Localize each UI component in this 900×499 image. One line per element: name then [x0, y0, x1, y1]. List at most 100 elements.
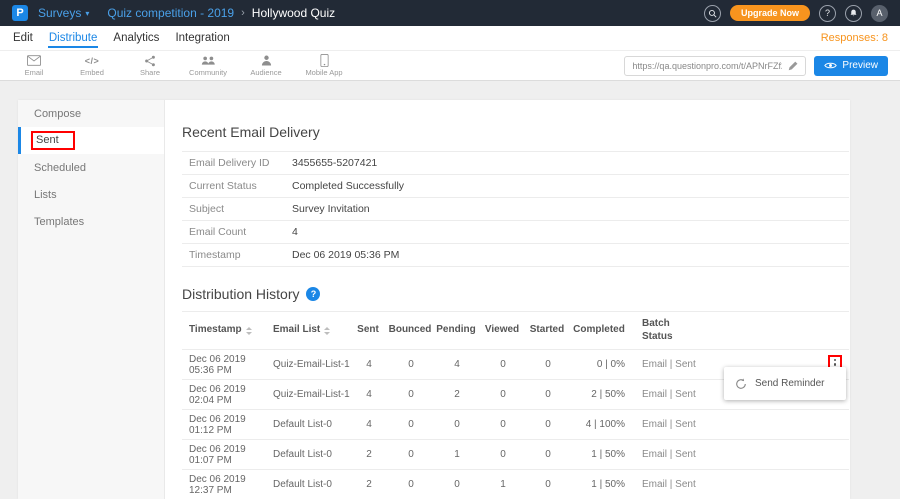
sidebar-item-compose[interactable]: Compose [18, 100, 164, 127]
tab-distribute[interactable]: Distribute [48, 28, 99, 48]
row-context-menu: Send Reminder [724, 367, 846, 400]
cell-batch-status: Email | Sent [630, 449, 720, 460]
community-people-icon [201, 54, 216, 67]
table-row[interactable]: Dec 06 2019 12:37 PM Default List-0 2 0 … [182, 470, 849, 499]
cell-started: 0 [526, 359, 570, 370]
annotation-box-sent: Sent [31, 131, 75, 150]
cell-email-list: Default List-0 [266, 419, 350, 430]
help-icon[interactable]: ? [819, 5, 836, 22]
cell-pending: 4 [434, 359, 480, 370]
cell-pending: 0 [434, 419, 480, 430]
col-timestamp[interactable]: Timestamp [182, 318, 266, 343]
sidebar-item-scheduled[interactable]: Scheduled [18, 154, 164, 181]
mobile-phone-icon [320, 54, 329, 67]
detail-value: Completed Successfully [292, 180, 404, 192]
cell-viewed: 0 [480, 389, 526, 400]
channel-community[interactable]: Community [186, 54, 230, 77]
preview-button[interactable]: Preview [814, 56, 888, 76]
cell-completed: 2 | 50% [570, 389, 630, 400]
cell-timestamp: Dec 06 2019 01:07 PM [182, 444, 266, 466]
col-label: Email List [273, 324, 320, 337]
cell-sent: 4 [350, 419, 388, 430]
send-reminder-label: Send Reminder [755, 378, 824, 389]
tab-integration[interactable]: Integration [174, 28, 230, 48]
audience-person-icon [261, 54, 272, 67]
col-actions [720, 325, 849, 337]
detail-row: Timestamp Dec 06 2019 05:36 PM [182, 243, 849, 266]
avatar[interactable]: A [871, 5, 888, 22]
col-viewed: Viewed [480, 318, 526, 343]
cell-sent: 4 [350, 359, 388, 370]
sort-icon [324, 327, 330, 335]
col-pending: Pending [434, 318, 480, 343]
detail-row: Email Count 4 [182, 220, 849, 243]
cell-viewed: 0 [480, 359, 526, 370]
cell-email-list: Default List-0 [266, 449, 350, 460]
cell-sent: 4 [350, 389, 388, 400]
channel-email[interactable]: Email [12, 54, 56, 77]
send-reminder-icon [735, 378, 747, 390]
cell-viewed: 0 [480, 449, 526, 460]
cell-timestamp: Dec 06 2019 05:36 PM [182, 354, 266, 376]
sidebar-item-label: Sent [36, 134, 59, 146]
detail-row: Email Delivery ID 3455655-5207421 [182, 151, 849, 174]
sidebar-item-templates[interactable]: Templates [18, 208, 164, 235]
col-completed: Completed [570, 318, 630, 343]
distribute-toolbar: Email </> Embed Share Community [0, 51, 900, 81]
edit-url-pencil-icon[interactable] [788, 61, 798, 71]
topbar: P Surveys ▾ Quiz competition - 2019 › Ho… [0, 0, 900, 26]
questionpro-logo[interactable]: P [12, 5, 28, 21]
embed-code-icon: </> [85, 54, 100, 67]
cell-bounced: 0 [388, 479, 434, 490]
col-email-list[interactable]: Email List [266, 318, 350, 343]
cell-pending: 2 [434, 389, 480, 400]
send-reminder-menu-item[interactable]: Send Reminder [724, 367, 846, 400]
distribution-history-title: Distribution History ? [182, 286, 850, 302]
sent-panel-card: Compose Sent Scheduled Lists Templates R… [18, 100, 850, 499]
col-batch-status: Batch Status [630, 312, 720, 349]
col-started: Started [526, 318, 570, 343]
tab-analytics[interactable]: Analytics [112, 28, 160, 48]
detail-row: Current Status Completed Successfully [182, 174, 849, 197]
sort-icon [246, 327, 252, 335]
cell-completed: 1 | 50% [570, 449, 630, 460]
channel-mobile-app[interactable]: Mobile App [302, 54, 346, 77]
chevron-down-icon: ▾ [85, 9, 89, 18]
search-icon[interactable] [704, 5, 721, 22]
breadcrumb-current: Hollywood Quiz [252, 6, 335, 20]
channel-audience[interactable]: Audience [244, 54, 288, 77]
survey-url-field[interactable]: https://qa.questionpro.com/t/APNrFZf2 [624, 56, 806, 76]
surveys-menu[interactable]: Surveys ▾ [38, 6, 89, 20]
detail-label: Email Count [182, 226, 292, 238]
channel-label: Mobile App [305, 68, 342, 77]
eye-icon [824, 61, 837, 70]
cell-completed: 4 | 100% [570, 419, 630, 430]
distribute-sidebar: Compose Sent Scheduled Lists Templates [18, 100, 165, 499]
tab-edit[interactable]: Edit [12, 28, 34, 48]
detail-row: Subject Survey Invitation [182, 197, 849, 220]
upgrade-now-button[interactable]: Upgrade Now [730, 5, 810, 21]
notifications-bell-icon[interactable] [845, 5, 862, 22]
channel-share[interactable]: Share [128, 54, 172, 77]
share-icon [144, 54, 156, 67]
topbar-actions: Upgrade Now ? A [704, 5, 888, 22]
cell-pending: 0 [434, 479, 480, 490]
cell-viewed: 0 [480, 419, 526, 430]
channel-label: Audience [250, 68, 281, 77]
sidebar-item-lists[interactable]: Lists [18, 181, 164, 208]
channel-embed[interactable]: </> Embed [70, 54, 114, 77]
responses-count[interactable]: Responses: 8 [821, 32, 888, 44]
sent-main: Recent Email Delivery Email Delivery ID … [165, 100, 850, 499]
distribution-history-table: Timestamp Email List Sent Bounced Pendin… [182, 311, 849, 499]
table-row[interactable]: Dec 06 2019 01:07 PM Default List-0 2 0 … [182, 440, 849, 470]
cell-email-list: Quiz-Email-List-1 [266, 359, 350, 370]
cell-completed: 1 | 50% [570, 479, 630, 490]
sidebar-item-sent[interactable]: Sent [18, 127, 164, 154]
email-icon [27, 54, 41, 67]
cell-timestamp: Dec 06 2019 12:37 PM [182, 474, 266, 496]
table-row[interactable]: Dec 06 2019 01:12 PM Default List-0 4 0 … [182, 410, 849, 440]
surveys-label: Surveys [38, 6, 81, 20]
toolbar-right: https://qa.questionpro.com/t/APNrFZf2 Pr… [624, 56, 888, 76]
history-help-icon[interactable]: ? [306, 287, 320, 301]
breadcrumb-parent[interactable]: Quiz competition - 2019 [107, 6, 234, 20]
